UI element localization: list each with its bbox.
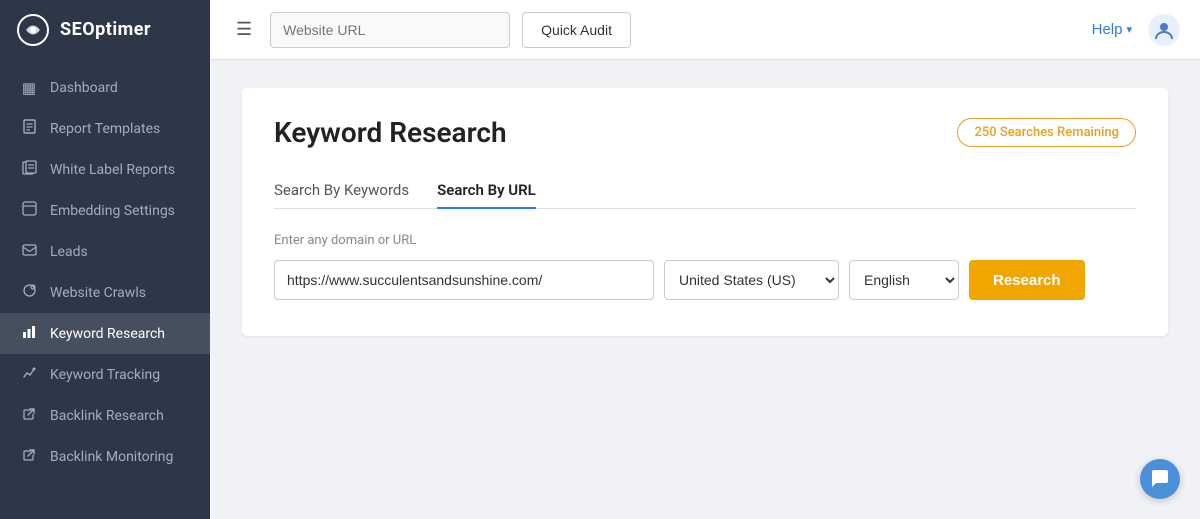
embedding-icon (20, 201, 38, 220)
sidebar-item-backlink-research[interactable]: Backlink Research (0, 395, 210, 436)
tab-search-by-keywords[interactable]: Search By Keywords (274, 173, 409, 209)
report-templates-icon (20, 119, 38, 138)
dashboard-icon: ▦ (20, 79, 38, 97)
sidebar: ▦ Dashboard Report Templates White Label… (0, 60, 210, 519)
sidebar-item-label: Backlink Research (50, 408, 164, 424)
page-title: Keyword Research (274, 116, 507, 149)
user-avatar-button[interactable] (1144, 10, 1184, 50)
tabs: Search By Keywords Search By URL (274, 173, 1136, 209)
content-card: Keyword Research 250 Searches Remaining … (242, 88, 1168, 336)
keyword-research-icon (20, 324, 38, 343)
backlink-research-icon (20, 406, 38, 425)
avatar (1148, 14, 1180, 46)
sidebar-item-label: Keyword Research (50, 326, 165, 342)
sidebar-item-label: Leads (50, 244, 88, 260)
domain-url-input[interactable] (274, 260, 654, 300)
sidebar-item-backlink-monitoring[interactable]: Backlink Monitoring (0, 436, 210, 477)
quick-audit-button[interactable]: Quick Audit (522, 12, 631, 48)
sidebar-item-label: Website Crawls (50, 285, 146, 301)
language-select[interactable]: English Spanish French German (849, 260, 959, 300)
searches-remaining-badge: 250 Searches Remaining (957, 118, 1136, 147)
search-instructions: Enter any domain or URL (274, 233, 1136, 248)
website-crawls-icon (20, 283, 38, 302)
logo-area: SEOptimer (0, 0, 210, 60)
sidebar-item-leads[interactable]: Leads (0, 231, 210, 272)
sidebar-item-label: Embedding Settings (50, 203, 175, 219)
sidebar-item-report-templates[interactable]: Report Templates (0, 108, 210, 149)
chat-bubble-button[interactable] (1140, 459, 1180, 499)
search-row: United States (US) United Kingdom (UK) C… (274, 260, 1136, 300)
country-select[interactable]: United States (US) United Kingdom (UK) C… (664, 260, 839, 300)
page-header: Keyword Research 250 Searches Remaining (274, 116, 1136, 149)
sidebar-item-label: White Label Reports (50, 162, 175, 178)
research-button[interactable]: Research (969, 260, 1085, 300)
keyword-tracking-icon (20, 365, 38, 384)
main-layout: ▦ Dashboard Report Templates White Label… (0, 60, 1200, 519)
topbar: SEOptimer ☰ Quick Audit Help ▾ (0, 0, 1200, 60)
sidebar-item-embedding-settings[interactable]: Embedding Settings (0, 190, 210, 231)
website-url-input[interactable] (270, 12, 510, 48)
sidebar-item-label: Dashboard (50, 80, 118, 96)
sidebar-item-website-crawls[interactable]: Website Crawls (0, 272, 210, 313)
leads-icon (20, 242, 38, 261)
logo-text: SEOptimer (60, 19, 151, 40)
sidebar-item-label: Keyword Tracking (50, 367, 160, 383)
backlink-monitoring-icon (20, 447, 38, 466)
hamburger-button[interactable]: ☰ (230, 13, 258, 46)
main-content: Keyword Research 250 Searches Remaining … (210, 60, 1200, 519)
sidebar-item-label: Report Templates (50, 121, 160, 137)
tab-search-by-url[interactable]: Search By URL (437, 173, 536, 209)
sidebar-item-keyword-research[interactable]: Keyword Research (0, 313, 210, 354)
sidebar-item-dashboard[interactable]: ▦ Dashboard (0, 68, 210, 108)
help-button[interactable]: Help ▾ (1092, 21, 1132, 38)
chevron-down-icon: ▾ (1126, 23, 1132, 36)
help-label: Help (1092, 21, 1123, 38)
sidebar-item-keyword-tracking[interactable]: Keyword Tracking (0, 354, 210, 395)
sidebar-item-label: Backlink Monitoring (50, 449, 173, 465)
logo-icon (16, 13, 50, 47)
sidebar-item-white-label-reports[interactable]: White Label Reports (0, 149, 210, 190)
white-label-icon (20, 160, 38, 179)
